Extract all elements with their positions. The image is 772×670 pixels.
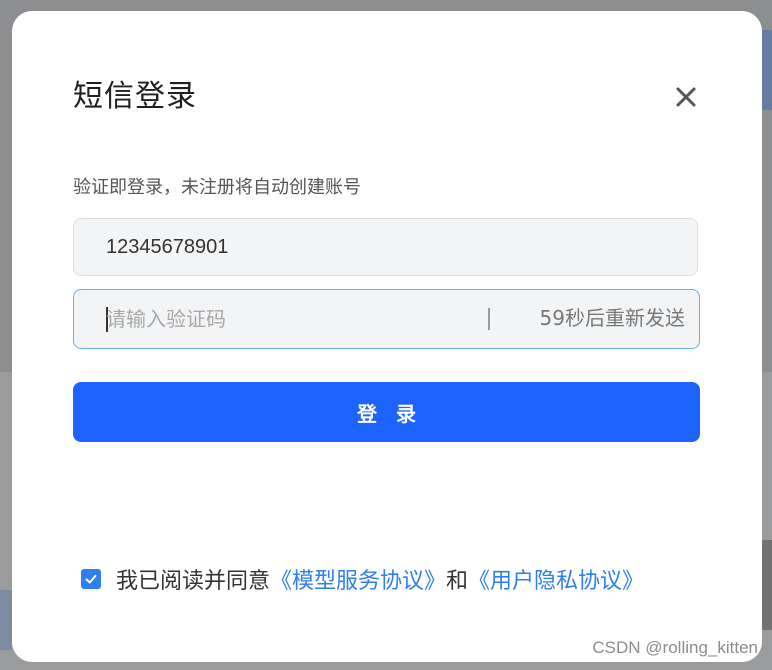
background-page-fragment-left bbox=[0, 590, 12, 650]
checkmark-icon bbox=[85, 574, 97, 584]
verification-code-field: 59秒后重新发送 bbox=[73, 289, 700, 349]
agreement-prefix: 我已阅读并同意 bbox=[116, 569, 271, 594]
phone-input[interactable] bbox=[106, 219, 666, 275]
login-hint: 验证即登录，未注册将自动创建账号 bbox=[73, 177, 361, 198]
agreement-checkbox[interactable] bbox=[81, 569, 101, 589]
close-button[interactable] bbox=[672, 83, 700, 111]
close-icon bbox=[676, 87, 696, 107]
modal-title: 短信登录 bbox=[73, 79, 197, 114]
background-page-fragment-right bbox=[762, 540, 772, 630]
phone-field bbox=[73, 218, 698, 276]
field-divider bbox=[488, 308, 490, 330]
sms-login-modal: 短信登录 验证即登录，未注册将自动创建账号 59秒后重新发送 登 录 我已阅读并… bbox=[12, 11, 762, 662]
agreement-row: 我已阅读并同意 《模型服务协议》 和 《用户隐私协议》 bbox=[81, 563, 644, 595]
privacy-terms-link[interactable]: 《用户隐私协议》 bbox=[468, 563, 644, 595]
agreement-conjunction: 和 bbox=[446, 569, 469, 594]
model-terms-link[interactable]: 《模型服务协议》 bbox=[270, 563, 446, 595]
verification-code-input[interactable] bbox=[106, 290, 466, 347]
login-button[interactable]: 登 录 bbox=[73, 382, 700, 442]
resend-code-countdown[interactable]: 59秒后重新发送 bbox=[540, 290, 685, 347]
watermark-text: CSDN @rolling_kitten bbox=[592, 638, 758, 657]
